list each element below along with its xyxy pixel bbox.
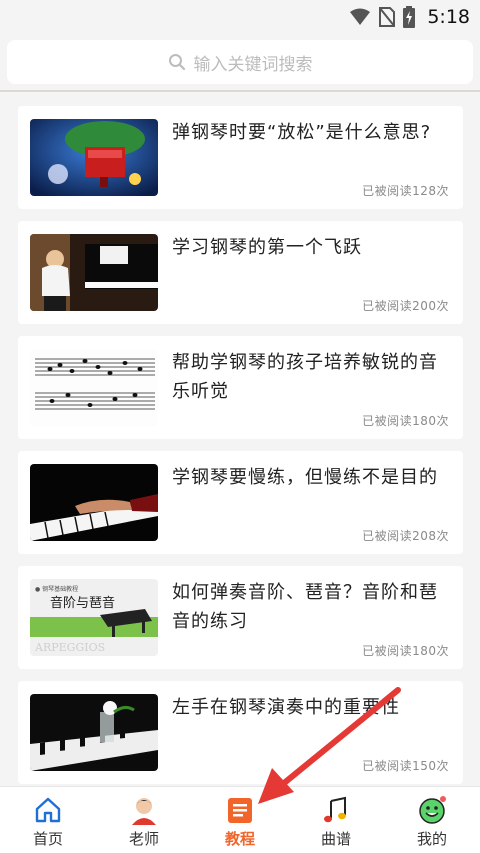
article-title[interactable]: 左手在钢琴演奏中的重要性 (172, 693, 452, 722)
status-time: 5:18 (427, 6, 470, 28)
list-item[interactable]: 学习钢琴的第一个飞跃 已被阅读200次 (18, 221, 463, 324)
bottom-tab-bar: 首页 老师 教程 曲谱 我的 (0, 786, 480, 853)
tab-label: 首页 (32, 830, 63, 848)
search-bar[interactable]: 输入关键词搜索 (7, 40, 473, 84)
article-thumbnail: ● 钢琴基础教程 音阶与琶音 ARPEGGIOS (30, 579, 158, 656)
status-bar: 5:18 (0, 0, 480, 34)
tab-tutorial[interactable]: 教程 (192, 787, 288, 853)
article-title[interactable]: 学钢琴要慢练，但慢练不是目的 (172, 463, 452, 492)
status-icons: 5:18 (349, 5, 470, 29)
article-title[interactable]: 学习钢琴的第一个飞跃 (172, 233, 452, 262)
sheet-music-icon (324, 796, 346, 823)
article-title[interactable]: 帮助学钢琴的孩子培养敏锐的音乐听觉 (172, 348, 452, 406)
tab-label: 教程 (224, 830, 255, 848)
wifi-icon (350, 8, 371, 25)
list-item[interactable]: 学钢琴要慢练，但慢练不是目的 已被阅读208次 (18, 451, 463, 554)
tab-teacher[interactable]: 老师 (96, 787, 192, 853)
article-thumbnail (30, 234, 158, 311)
search-input[interactable]: 输入关键词搜索 (194, 50, 313, 75)
svg-text:ARPEGGIOS: ARPEGGIOS (34, 641, 105, 654)
tab-label: 我的 (416, 830, 447, 848)
profile-icon (419, 796, 446, 824)
svg-text:● 钢琴基础教程: ● 钢琴基础教程 (35, 585, 78, 593)
article-thumbnail (30, 464, 158, 541)
no-sim-icon (379, 7, 396, 27)
tab-label: 老师 (128, 830, 159, 848)
list-item[interactable]: ● 钢琴基础教程 音阶与琶音 ARPEGGIOS 如何弹奏音阶、琶音？音阶和琶音… (18, 566, 463, 669)
article-title[interactable]: 弹钢琴时要“放松”是什么意思? (172, 118, 452, 147)
article-thumbnail (30, 119, 158, 196)
read-count: 已被阅读128次 (362, 184, 449, 198)
read-count: 已被阅读150次 (362, 759, 449, 773)
tab-home[interactable]: 首页 (0, 787, 96, 853)
read-count: 已被阅读208次 (362, 529, 449, 543)
read-count: 已被阅读180次 (362, 414, 449, 428)
home-icon (35, 797, 61, 823)
article-thumbnail (30, 349, 158, 426)
read-count: 已被阅读180次 (362, 644, 449, 658)
search-icon (168, 54, 185, 71)
tab-sheet-music[interactable]: 曲谱 (288, 787, 384, 853)
thumbnail-title: 音阶与琶音 (50, 595, 115, 611)
teacher-icon (132, 798, 156, 825)
list-item[interactable]: 帮助学钢琴的孩子培养敏锐的音乐听觉 已被阅读180次 (18, 336, 463, 439)
battery-charging-icon (403, 6, 416, 28)
tab-label: 曲谱 (320, 830, 351, 848)
list-item[interactable]: 弹钢琴时要“放松”是什么意思? 已被阅读128次 (18, 106, 463, 209)
article-thumbnail (30, 694, 158, 771)
list-item[interactable]: 左手在钢琴演奏中的重要性 已被阅读150次 (18, 681, 463, 784)
article-title[interactable]: 如何弹奏音阶、琶音？音阶和琶音的练习 (172, 578, 452, 636)
tab-profile[interactable]: 我的 (384, 787, 480, 853)
article-list: 弹钢琴时要“放松”是什么意思? 已被阅读128次 学习钢琴的第一个飞跃 已被阅读… (18, 106, 463, 796)
read-count: 已被阅读200次 (362, 299, 449, 313)
tutorial-icon (228, 798, 252, 823)
divider (0, 90, 480, 92)
